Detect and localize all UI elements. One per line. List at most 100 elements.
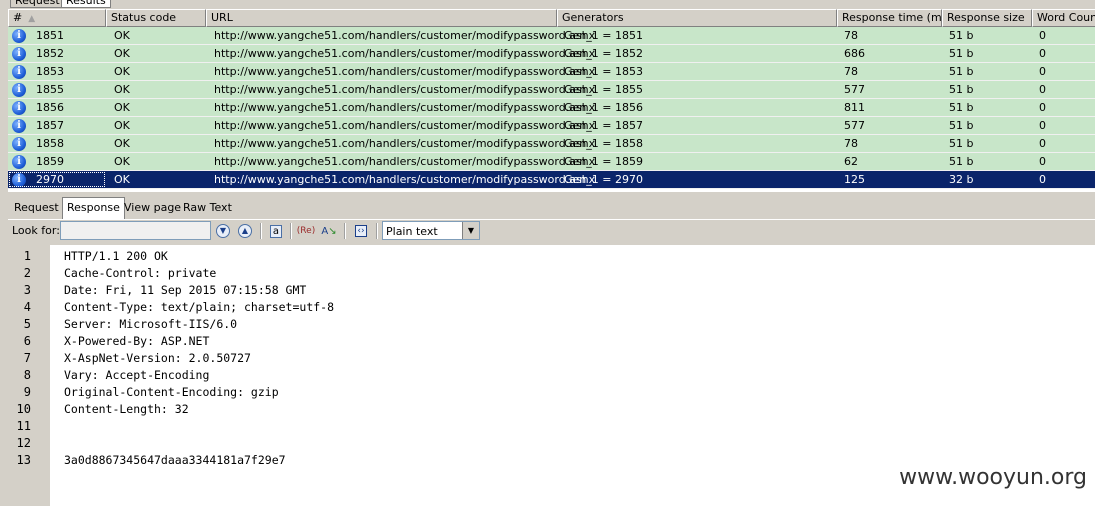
find-prev-icon[interactable]: ▲ — [236, 222, 254, 240]
chevron-down-icon[interactable]: ▼ — [462, 222, 479, 239]
table-cell-size: 51 b — [949, 65, 974, 78]
table-cell-url: http://www.yangche51.com/handlers/custom… — [214, 83, 596, 96]
table-cell-time: 577 — [844, 119, 865, 132]
table-cell-status: OK — [114, 173, 130, 186]
table-cell-id: 2970 — [36, 173, 64, 186]
tab-request[interactable]: Request — [10, 198, 63, 218]
table-row[interactable]: i 1851 OK http://www.yangche51.com/handlers… — [8, 27, 1095, 45]
info-icon: i — [12, 29, 26, 43]
table-cell-id: 1857 — [36, 119, 64, 132]
info-icon: i — [12, 119, 26, 133]
tab-view-page[interactable]: View page — [120, 198, 185, 218]
table-row[interactable]: i 1859 OK http://www.yangche51.com/handlers… — [8, 153, 1095, 171]
table-cell-words: 0 — [1039, 29, 1046, 42]
sort-up-icon: ▲ — [28, 14, 36, 24]
code-line: HTTP/1.1 200 OK — [64, 249, 168, 263]
grid-header: # ▲ Status code URL Generators Response t… — [8, 9, 1095, 27]
toolbar-separator — [260, 223, 262, 239]
tab-request-top[interactable]: Request — [10, 0, 65, 8]
table-row[interactable]: i 1852 OK http://www.yangche51.com/handlers… — [8, 45, 1095, 63]
line-number: 11 — [16, 419, 31, 433]
toolbar-separator — [376, 223, 378, 239]
table-cell-time: 78 — [844, 137, 858, 150]
table-cell-time: 811 — [844, 101, 865, 114]
table-cell-size: 51 b — [949, 29, 974, 42]
response-text-viewer[interactable]: 1 HTTP/1.1 200 OK 2 Cache-Control: private 3… — [8, 245, 1095, 506]
info-icon: i — [12, 47, 26, 61]
line-number: 10 — [16, 402, 31, 416]
table-cell-time: 125 — [844, 173, 865, 186]
column-header-id[interactable]: # ▲ — [8, 9, 106, 27]
highlight-icon[interactable]: a — [267, 222, 285, 240]
table-cell-gen: Gen_1 = 1855 — [564, 83, 643, 96]
table-cell-words: 0 — [1039, 47, 1046, 60]
table-row[interactable]: i 1856 OK http://www.yangche51.com/handlers… — [8, 99, 1095, 117]
table-cell-url: http://www.yangche51.com/handlers/custom… — [214, 155, 596, 168]
info-icon: i — [12, 101, 26, 115]
table-cell-words: 0 — [1039, 101, 1046, 114]
tab-results-top[interactable]: Results — [61, 0, 111, 8]
code-line: Content-Type: text/plain; charset=utf-8 — [64, 300, 335, 314]
code-line: Date: Fri, 11 Sep 2015 07:15:58 GMT — [64, 283, 307, 297]
table-row[interactable]: i 1855 OK http://www.yangche51.com/handlers… — [8, 81, 1095, 99]
find-next-icon[interactable]: ▼ — [214, 222, 232, 240]
table-cell-status: OK — [114, 155, 130, 168]
table-cell-gen: Gen_1 = 1858 — [564, 137, 643, 150]
table-cell-id: 1852 — [36, 47, 64, 60]
table-row[interactable]: i 1858 OK http://www.yangche51.com/handlers… — [8, 135, 1095, 153]
table-cell-words: 0 — [1039, 173, 1046, 186]
info-icon: i — [12, 155, 26, 169]
table-row[interactable]: i 1857 OK http://www.yangche51.com/handlers… — [8, 117, 1095, 135]
info-icon: i — [12, 65, 26, 79]
table-cell-url: http://www.yangche51.com/handlers/custom… — [214, 119, 596, 132]
toolbar-separator — [344, 223, 346, 239]
line-number: 9 — [23, 385, 31, 399]
table-row[interactable]: i 1853 OK http://www.yangche51.com/handlers… — [8, 63, 1095, 81]
column-header-word-count[interactable]: Word Count — [1032, 9, 1095, 27]
table-cell-size: 51 b — [949, 47, 974, 60]
line-number: 3 — [23, 283, 31, 297]
table-cell-size: 51 b — [949, 101, 974, 114]
table-cell-url: http://www.yangche51.com/handlers/custom… — [214, 47, 596, 60]
wrap-icon[interactable]: ‹› — [352, 222, 370, 240]
response-tab-strip: Request Response View page Raw Text — [8, 197, 408, 219]
info-icon: i — [12, 83, 26, 97]
replace-icon[interactable]: A↘ — [320, 222, 338, 240]
line-number: 6 — [23, 334, 31, 348]
table-cell-url: http://www.yangche51.com/handlers/custom… — [214, 173, 596, 186]
column-header-response-time[interactable]: Response time (ms) — [837, 9, 942, 27]
results-grid: # ▲ Status code URL Generators Response t… — [8, 9, 1095, 192]
column-header-status[interactable]: Status code — [106, 9, 206, 27]
table-row[interactable]: i 2970 OK http://www.yangche51.com/handlers… — [8, 171, 1095, 189]
table-cell-status: OK — [114, 65, 130, 78]
table-cell-status: OK — [114, 29, 130, 42]
table-cell-status: OK — [114, 101, 130, 114]
line-number: 5 — [23, 317, 31, 331]
tab-response[interactable]: Response — [62, 197, 125, 219]
info-icon: i — [12, 137, 26, 151]
code-line: 3a0d8867345647daaa3344181a7f29e7 — [64, 453, 286, 467]
table-cell-status: OK — [114, 137, 130, 150]
look-for-input[interactable] — [60, 221, 211, 240]
regex-icon[interactable]: (Re) — [297, 222, 315, 240]
table-cell-url: http://www.yangche51.com/handlers/custom… — [214, 137, 596, 150]
table-cell-gen: Gen_1 = 1856 — [564, 101, 643, 114]
column-header-url[interactable]: URL — [206, 9, 557, 27]
table-cell-time: 577 — [844, 83, 865, 96]
tab-raw-text[interactable]: Raw Text — [179, 198, 236, 218]
table-cell-gen: Gen_1 = 1851 — [564, 29, 643, 42]
table-cell-status: OK — [114, 119, 130, 132]
table-cell-gen: Gen_1 = 1857 — [564, 119, 643, 132]
column-header-response-size[interactable]: Response size — [942, 9, 1032, 27]
table-cell-size: 51 b — [949, 155, 974, 168]
table-cell-words: 0 — [1039, 137, 1046, 150]
table-cell-id: 1859 — [36, 155, 64, 168]
line-number: 13 — [16, 453, 31, 467]
line-number: 4 — [23, 300, 31, 314]
table-cell-size: 51 b — [949, 83, 974, 96]
code-line: X-AspNet-Version: 2.0.50727 — [64, 351, 251, 365]
format-select[interactable]: Plain text ▼ — [382, 221, 480, 240]
column-header-generators[interactable]: Generators — [557, 9, 837, 27]
table-cell-size: 51 b — [949, 137, 974, 150]
toolbar-separator — [290, 223, 292, 239]
